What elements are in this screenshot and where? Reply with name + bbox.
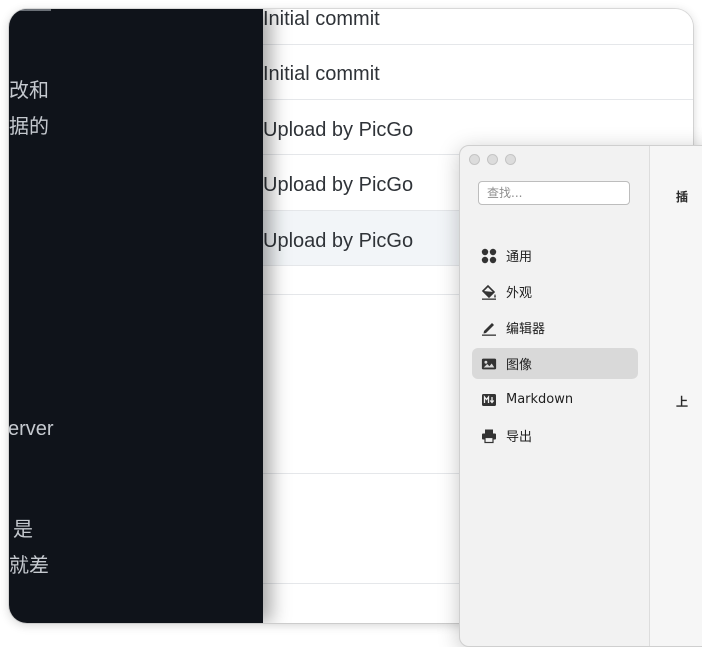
preferences-window: 通用 外观 编辑器 图像 bbox=[459, 145, 702, 647]
sidebar-item-label: 编辑器 bbox=[506, 322, 546, 337]
minimize-window-button[interactable] bbox=[487, 154, 498, 165]
sidebar-item-label: 通用 bbox=[506, 250, 533, 265]
commit-message: Initial commit bbox=[263, 9, 380, 30]
image-icon bbox=[481, 356, 497, 372]
close-window-button[interactable] bbox=[469, 154, 480, 165]
panel-text-line: 是 bbox=[13, 519, 33, 541]
sidebar-item-appearance[interactable]: 外观 bbox=[472, 276, 638, 307]
commit-message: Upload by PicGo bbox=[263, 230, 414, 252]
preferences-search-input[interactable] bbox=[478, 181, 630, 205]
sidebar-item-image[interactable]: 图像 bbox=[472, 348, 638, 379]
panel-text-line: erver bbox=[9, 418, 54, 440]
content-label-fragment: 上 bbox=[676, 395, 689, 409]
printer-icon bbox=[481, 428, 497, 444]
sidebar-item-label: 外观 bbox=[506, 286, 533, 301]
grid-icon bbox=[481, 248, 497, 264]
commit-row[interactable]: Initial commit bbox=[263, 9, 693, 45]
sidebar-item-markdown[interactable]: Markdown bbox=[472, 384, 638, 415]
panel-text-line: 改和 bbox=[9, 80, 49, 102]
panel-text-line: 就差 bbox=[9, 555, 49, 577]
commit-message: Upload by PicGo bbox=[263, 174, 414, 196]
sidebar-item-label: 导出 bbox=[506, 430, 533, 445]
content-heading-fragment: 插 bbox=[676, 190, 689, 204]
paint-bucket-icon bbox=[481, 284, 497, 300]
commit-row[interactable]: Initial commit bbox=[263, 45, 693, 100]
panel-text-line: 据的 bbox=[9, 116, 49, 138]
sidebar-item-editor[interactable]: 编辑器 bbox=[472, 312, 638, 343]
commit-message: Upload by PicGo bbox=[263, 119, 414, 141]
sidebar-item-general[interactable]: 通用 bbox=[472, 240, 638, 271]
commit-message: Initial commit bbox=[263, 63, 380, 85]
sidebar-item-label: 图像 bbox=[506, 358, 533, 373]
zoom-window-button[interactable] bbox=[505, 154, 516, 165]
dark-sidebar-panel: 改和 据的 erver 是 就差 bbox=[9, 9, 263, 623]
scroll-edge-indicator bbox=[9, 9, 51, 11]
pencil-icon bbox=[481, 320, 497, 336]
sidebar-item-export[interactable]: 导出 bbox=[472, 420, 638, 451]
markdown-icon bbox=[481, 392, 497, 408]
preferences-content-pane: 插 上 bbox=[650, 146, 702, 646]
sidebar-item-label: Markdown bbox=[506, 392, 574, 407]
